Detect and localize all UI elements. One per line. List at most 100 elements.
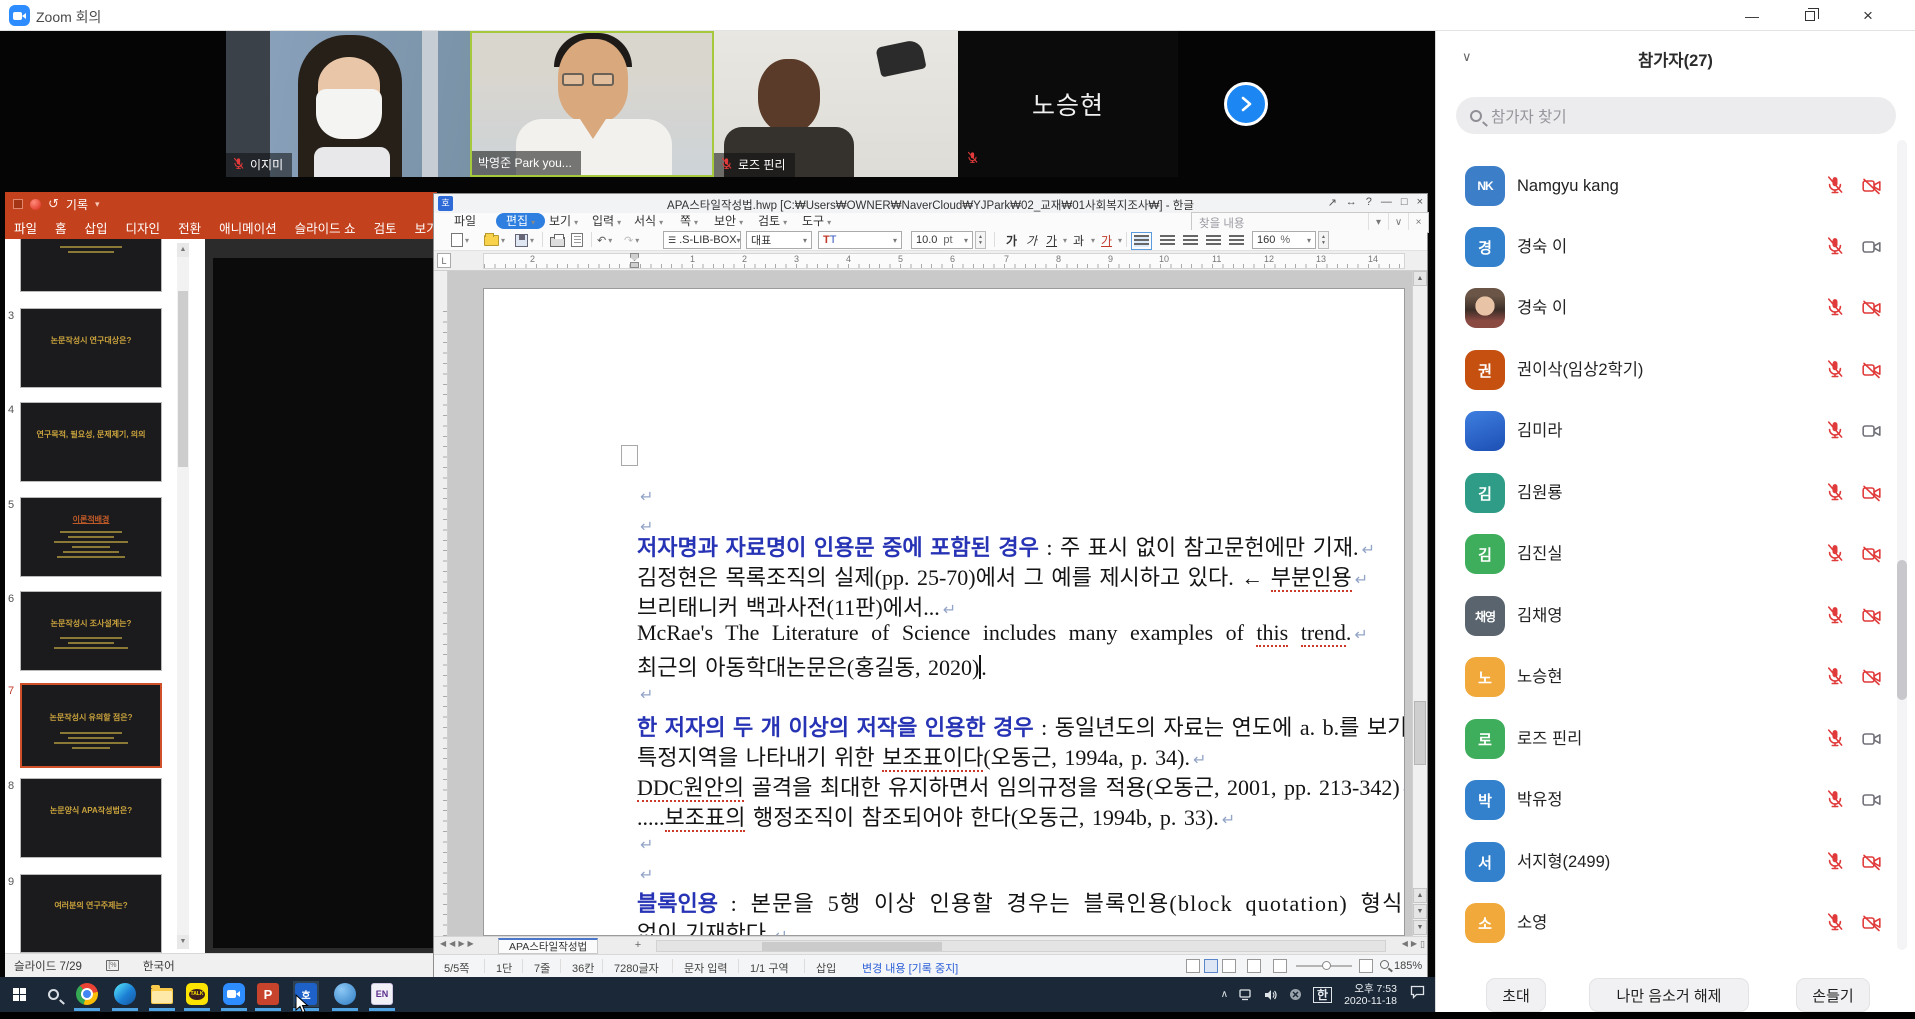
clock[interactable]: 오후 7:53 2020-11-18 xyxy=(1344,983,1397,1007)
invite-button[interactable]: 초대 xyxy=(1486,978,1546,1012)
volume-icon[interactable] xyxy=(1264,989,1278,1001)
view-mode-icon[interactable] xyxy=(1247,959,1261,973)
align-distribute-button[interactable] xyxy=(1229,232,1244,248)
add-tab-button[interactable]: + xyxy=(630,938,646,954)
slide-thumbnail-9[interactable]: 여러분의 연구주제는? xyxy=(20,874,162,953)
video-on-icon[interactable] xyxy=(1860,790,1883,815)
hwp-menu-서식[interactable]: 서식▾ xyxy=(634,213,663,229)
fullscreen-icon[interactable]: ↗ xyxy=(1328,196,1337,209)
hwp-menu-보기[interactable]: 보기▾ xyxy=(549,213,578,229)
unmute-self-button[interactable]: 나만 음소거 해제 xyxy=(1589,978,1749,1012)
taskbar-band-icon[interactable] xyxy=(332,981,358,1007)
panel-scrollbar-thumb[interactable] xyxy=(1897,560,1907,700)
slide-thumbnail-4[interactable]: 연구목적, 필요성, 문제제기, 의의 xyxy=(20,402,162,482)
align-left-button[interactable] xyxy=(1160,232,1175,248)
video-off-icon[interactable] xyxy=(1860,852,1883,877)
vertical-ruler[interactable] xyxy=(434,271,448,936)
doc-line[interactable]: 블록인용 : 본문을 5행 이상 인용할 경우는 블록인용(block quot… xyxy=(637,886,1405,918)
print-button[interactable] xyxy=(550,232,565,248)
doc-line[interactable]: 없이 기재한다.↵ xyxy=(637,916,788,936)
ime-korean-indicator[interactable]: 한 xyxy=(1313,987,1332,1003)
tray-expand-icon[interactable]: ∧ xyxy=(1221,989,1228,1000)
horizontal-ruler[interactable]: 21234567891011121314 xyxy=(434,251,1427,271)
scroll-down-icon[interactable]: ▼ xyxy=(1413,920,1427,935)
page-down-icon[interactable]: ▼ xyxy=(1413,904,1427,919)
doc-line[interactable]: 특정지역을 나타내기 위한 보조표이다(오동근, 1994a, p. 34).↵ xyxy=(637,740,1206,772)
slide-thumbnail-2[interactable]: 논문작성시 주제선정에 어려운점은? xyxy=(20,239,162,292)
hwp-menu-보안[interactable]: 보안▾ xyxy=(714,213,743,229)
change-tracking-status[interactable]: 변경 내용 [기록 중지] xyxy=(862,960,958,976)
hwp-menu-입력[interactable]: 입력▾ xyxy=(592,213,621,229)
zoom-out-button[interactable] xyxy=(1273,959,1287,973)
sync-blocked-icon[interactable] xyxy=(1289,988,1302,1001)
hwp-maximize-button[interactable]: □ xyxy=(1401,196,1408,209)
hwp-close-button[interactable]: × xyxy=(1417,196,1423,209)
style-preset-combo[interactable]: ☰.S-LIB-BOX▾ xyxy=(663,231,741,249)
find-input[interactable]: 찾을 내용 xyxy=(1192,215,1368,231)
video-tile-4-no-video[interactable]: 노승현 xyxy=(958,31,1178,177)
next-videos-button[interactable] xyxy=(1224,82,1268,126)
taskbar-endnote-icon[interactable]: EN xyxy=(369,981,395,1007)
video-off-icon[interactable] xyxy=(1860,667,1883,692)
tab-type-selector[interactable]: L xyxy=(437,253,451,268)
undo-button[interactable]: ↶▾ xyxy=(597,232,612,248)
mic-muted-icon[interactable] xyxy=(1825,605,1845,630)
save-button[interactable]: ▾ xyxy=(515,232,534,248)
scroll-up-icon[interactable]: ▲ xyxy=(1413,271,1427,286)
participant-row[interactable]: 김김진실 xyxy=(1436,528,1892,580)
font-size-combo[interactable]: 10.0pt▾ xyxy=(911,231,973,249)
slide-thumbnail-6[interactable]: 논문작성시 조사설계는? xyxy=(20,591,162,671)
video-off-icon[interactable] xyxy=(1860,544,1883,569)
video-off-icon[interactable] xyxy=(1860,483,1883,508)
new-document-button[interactable]: ▾ xyxy=(451,232,469,248)
video-off-icon[interactable] xyxy=(1860,176,1883,201)
ppt-menu-삽입[interactable]: 삽입 xyxy=(76,218,117,237)
scroll-right-buttons[interactable]: ◀▶▯ xyxy=(1402,939,1425,950)
mic-muted-icon[interactable] xyxy=(1825,297,1845,322)
participant-row[interactable]: 김미라 xyxy=(1436,405,1892,457)
doc-line[interactable]: 한 저자의 두 개 이상의 저작을 인용한 경우 : 동일년도의 자료는 연도에… xyxy=(637,710,1405,742)
mic-muted-icon[interactable] xyxy=(1825,420,1845,445)
taskbar-chrome-icon[interactable] xyxy=(74,981,100,1007)
view-mode-icon[interactable] xyxy=(1204,959,1218,973)
vertical-scrollbar[interactable]: ▲ ▲ ▼ ▼ xyxy=(1412,271,1427,936)
underline-button[interactable]: 가 xyxy=(1046,232,1057,248)
preview-button[interactable] xyxy=(571,232,583,248)
help-icon[interactable]: ? xyxy=(1366,196,1372,209)
taskbar-start-icon[interactable] xyxy=(6,981,32,1007)
align-center-button[interactable] xyxy=(1183,232,1198,248)
slides-scrollbar[interactable]: ▲ ▼ xyxy=(177,243,189,949)
hwp-menu-편집[interactable]: 편집▾ xyxy=(496,213,545,229)
minimize-button[interactable]: — xyxy=(1723,0,1781,31)
mic-muted-icon[interactable] xyxy=(1825,482,1845,507)
document-tab[interactable]: APA스타일작성법 xyxy=(498,938,598,954)
ppt-menu-슬라이드 쇼[interactable]: 슬라이드 쇼 xyxy=(286,218,365,237)
doc-line[interactable]: McRae's The Literature of Science includ… xyxy=(637,620,1368,646)
video-off-icon[interactable] xyxy=(1860,298,1883,323)
doc-line[interactable]: DDC원안의 골격을 최대한 유지하면서 임의규정을 적용(오동근, 2001,… xyxy=(637,770,1405,802)
mic-muted-icon[interactable] xyxy=(1825,175,1845,200)
zoom-in-button[interactable] xyxy=(1359,959,1373,973)
hwp-menu-파일[interactable]: 파일 xyxy=(454,213,476,229)
line-spacing-spinner[interactable]: ▲▼ xyxy=(1318,231,1329,249)
ppt-menu-홈[interactable]: 홈 xyxy=(46,218,76,237)
mic-muted-icon[interactable] xyxy=(1825,912,1845,937)
hwp-menu-도구[interactable]: 도구▾ xyxy=(802,213,831,229)
taskbar-kakaotalk-icon[interactable]: TALK xyxy=(184,981,210,1007)
fit-width-icon[interactable]: ↔ xyxy=(1346,196,1357,209)
video-tile-3[interactable]: 로즈 핀리 xyxy=(714,31,958,177)
mic-muted-icon[interactable] xyxy=(1825,666,1845,691)
participant-row[interactable]: 노노승현 xyxy=(1436,651,1892,703)
participant-row[interactable]: 채영김채영 xyxy=(1436,590,1892,642)
paragraph-style-combo[interactable]: 대표▾ xyxy=(746,231,812,249)
doc-line[interactable]: 김정현은 목록조직의 실제(pp. 25-70)에서 그 예를 제시하고 있다.… xyxy=(637,560,1368,592)
document-page[interactable]: ↵↵저자명과 자료명이 인용문 중에 포함된 경우 : 주 표시 없이 참고문헌… xyxy=(483,288,1405,936)
video-tile-2-active-speaker[interactable]: 박영준 Park you... xyxy=(470,31,714,177)
scrollbar-thumb[interactable] xyxy=(762,942,942,951)
redo-button[interactable]: ↷▾ xyxy=(624,232,639,248)
panel-scrollbar[interactable] xyxy=(1897,140,1907,950)
highlight-button[interactable]: 가 xyxy=(1101,232,1112,248)
mic-muted-icon[interactable] xyxy=(1825,851,1845,876)
hwp-minimize-button[interactable]: — xyxy=(1381,196,1392,209)
view-mode-icon[interactable] xyxy=(1186,959,1200,973)
